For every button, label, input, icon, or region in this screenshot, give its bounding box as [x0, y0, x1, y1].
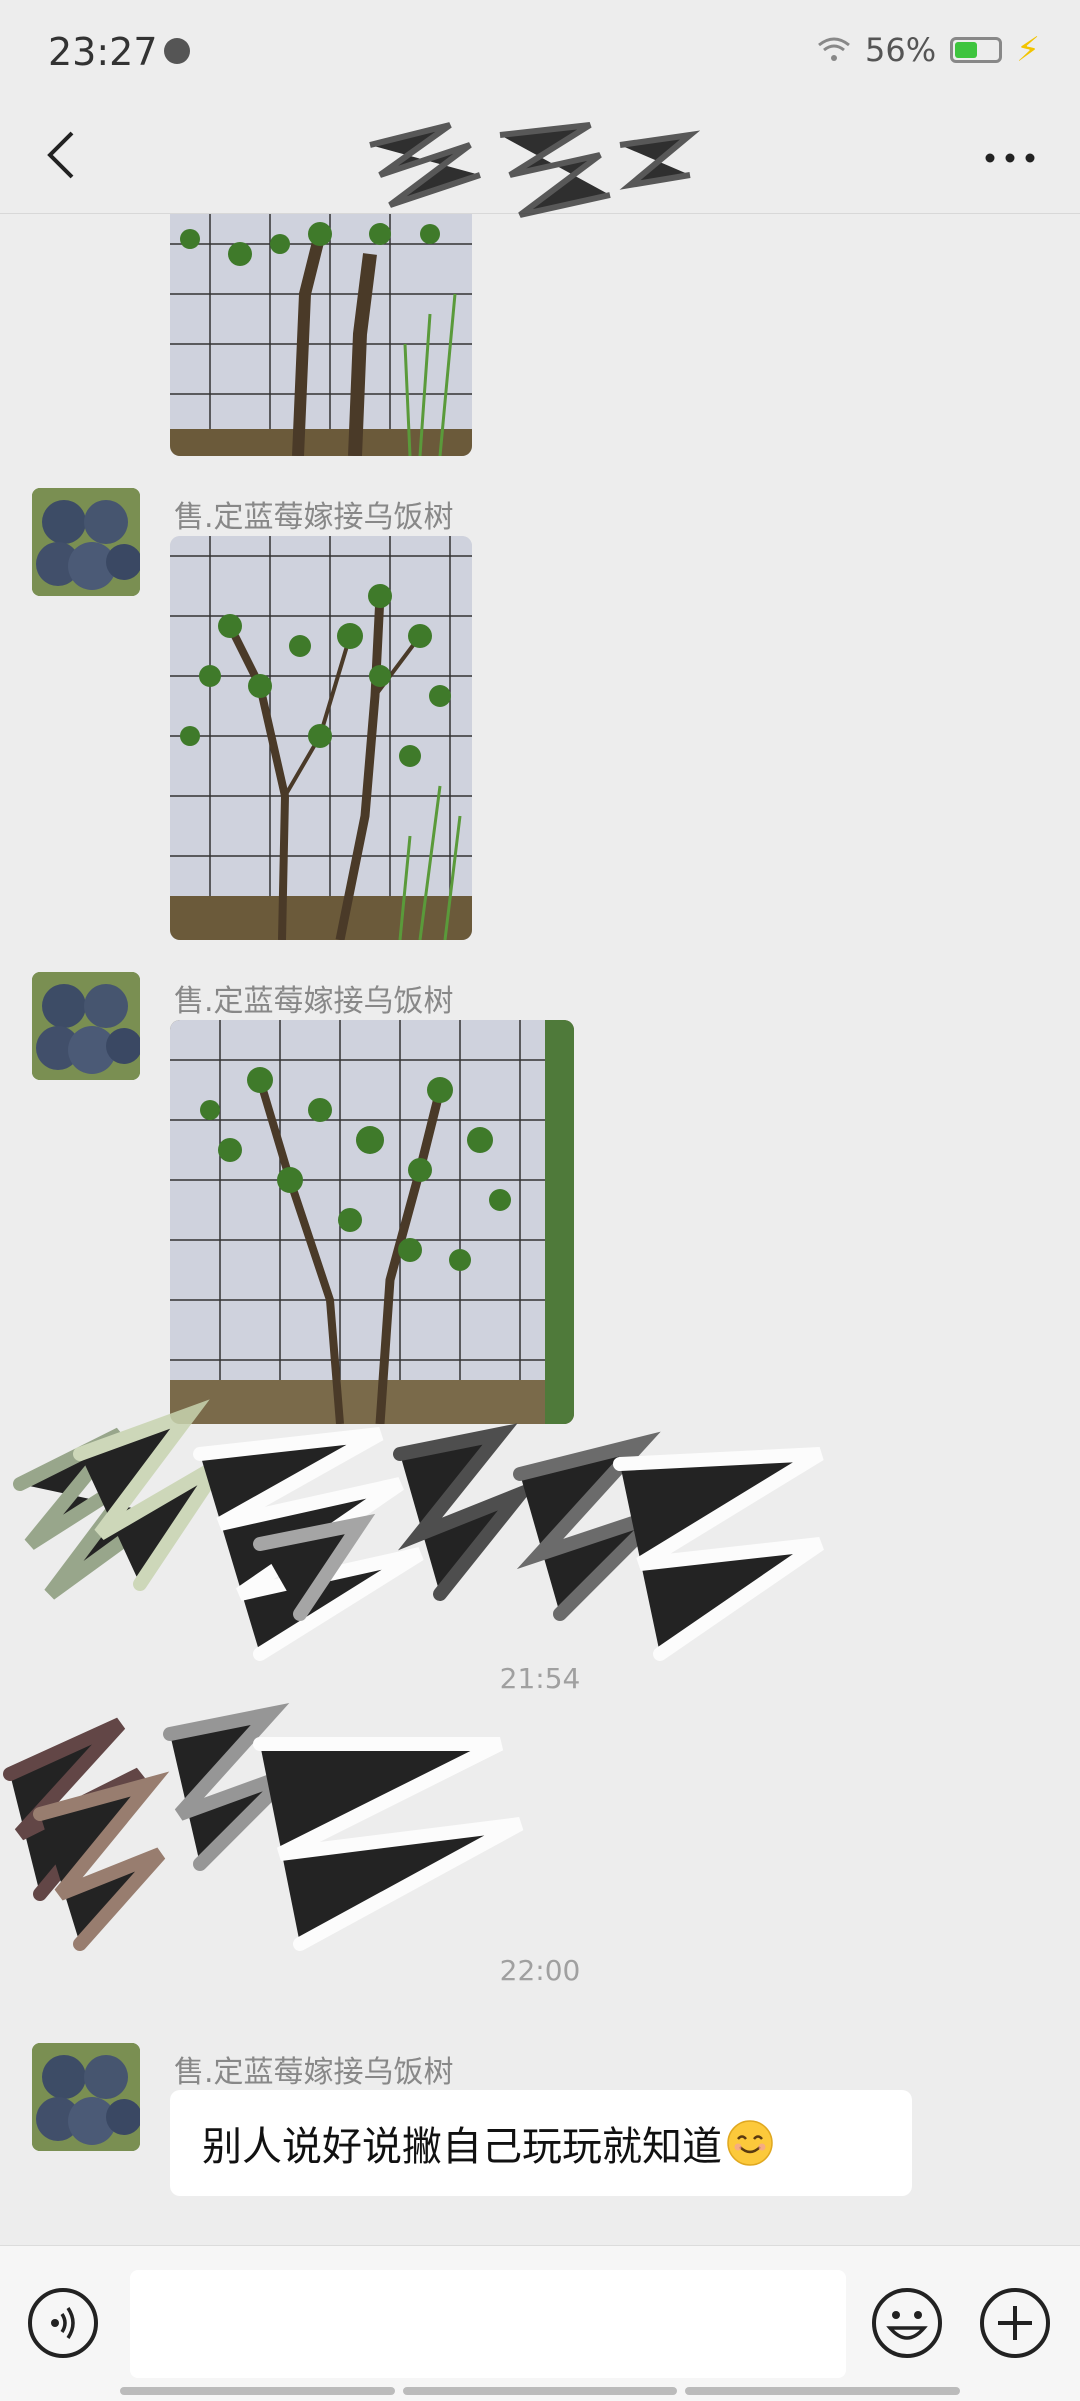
plus-icon[interactable] [978, 2286, 1052, 2360]
time-divider: 22:00 [499, 1954, 581, 1987]
message-photo[interactable] [170, 1020, 574, 1424]
redacted-title [369, 122, 700, 218]
status-indicators: 56% ⚡ [817, 30, 1040, 70]
gesture-navigation-bar [120, 2387, 961, 2395]
message-bubble[interactable]: 别人说好说撇自己玩玩就知道 [170, 2090, 912, 2196]
time-divider: 21:54 [499, 1662, 581, 1695]
chat-header [0, 105, 1080, 218]
battery-fill [955, 42, 977, 58]
avatar[interactable] [32, 972, 140, 1080]
message-photo[interactable] [170, 536, 472, 940]
status-time: 23:27 [48, 30, 158, 74]
redacted-message [3, 1702, 524, 1951]
wifi-icon [818, 37, 850, 61]
message-input[interactable] [130, 2270, 846, 2378]
sender-name: 售.定蓝莓嫁接乌饭树 [174, 984, 454, 1019]
battery-percent: 56% [865, 31, 937, 69]
notification-icon [164, 38, 190, 64]
avatar[interactable] [32, 2043, 140, 2151]
message-text: 别人说好说撇自己玩玩就知道 [202, 2124, 722, 2170]
chat-messages[interactable]: 售.定蓝莓嫁接乌饭树 售.定蓝莓嫁接乌饭树 21:54 22:00 售.定蓝莓嫁… [0, 214, 1080, 2244]
back-arrow-icon[interactable] [34, 125, 94, 185]
status-bar: 23:27 56% ⚡ [0, 0, 1080, 105]
smile-emoji-icon [727, 2120, 773, 2166]
input-bar [0, 2245, 1080, 2401]
sender-name: 售.定蓝莓嫁接乌饭树 [174, 2055, 454, 2090]
battery-icon [950, 37, 1003, 63]
sender-name: 售.定蓝莓嫁接乌饭树 [174, 500, 454, 535]
more-dots-icon[interactable] [980, 143, 1040, 173]
message-photo[interactable] [170, 214, 472, 456]
charging-icon: ⚡ [1016, 30, 1040, 70]
voice-icon[interactable] [28, 2288, 98, 2358]
emoji-icon[interactable] [870, 2286, 944, 2360]
avatar[interactable] [32, 488, 140, 596]
